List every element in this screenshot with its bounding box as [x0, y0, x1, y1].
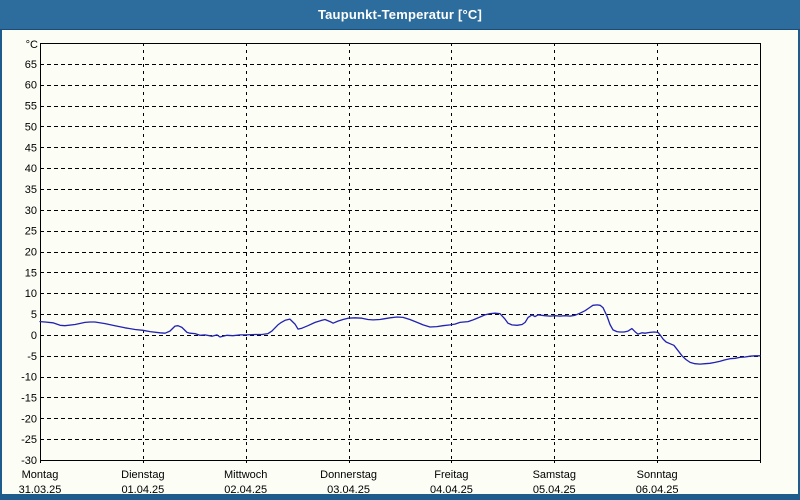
- svg-text:45: 45: [25, 142, 37, 154]
- svg-text:30: 30: [25, 205, 37, 217]
- svg-text:-15: -15: [21, 392, 37, 404]
- day-date-label: 03.04.25: [327, 484, 370, 496]
- chart-window: Taupunkt-Temperatur [°C] 65 60 55 50 45 40 35 3…: [0, 0, 800, 500]
- svg-text:-20: -20: [21, 413, 37, 425]
- series-line-taupunkt-temperatur: [39, 304, 761, 365]
- day-name-label: Dienstag: [121, 469, 164, 481]
- y-axis-unit-label: °C: [26, 39, 38, 51]
- svg-text:40: 40: [25, 163, 37, 175]
- svg-text:15: 15: [25, 267, 37, 279]
- y-axis-labels: 65605550454035302520151050-5-10-15-20-25…: [21, 59, 37, 467]
- svg-text:10: 10: [25, 288, 37, 300]
- day-name-label: Freitag: [434, 469, 468, 481]
- y-gridlines: [40, 64, 760, 440]
- day-date-label: 05.04.25: [533, 484, 576, 496]
- svg-text:65: 65: [25, 59, 37, 71]
- svg-text:-10: -10: [21, 372, 37, 384]
- svg-text:35: 35: [25, 184, 37, 196]
- day-date-label: 06.04.25: [636, 484, 679, 496]
- svg-text:55: 55: [25, 101, 37, 113]
- svg-text:-25: -25: [21, 434, 37, 446]
- day-name-label: Donnerstag: [320, 469, 377, 481]
- day-name-label: Samstag: [533, 469, 576, 481]
- day-date-label: 01.04.25: [121, 484, 164, 496]
- svg-text:5: 5: [31, 309, 37, 321]
- svg-text:-5: -5: [27, 351, 37, 363]
- day-date-label: 31.03.25: [19, 484, 62, 496]
- day-date-label: 02.04.25: [224, 484, 267, 496]
- day-name-label: Montag: [22, 469, 59, 481]
- x-axis-labels: Montag 31.03.25 Dienstag 01.04.25 Mittwoch 02…: [19, 469, 679, 496]
- svg-text:20: 20: [25, 247, 37, 259]
- day-name-label: Mittwoch: [224, 469, 267, 481]
- svg-text:60: 60: [25, 80, 37, 92]
- dewpoint-temperature-chart: 65605550454035302520151050-5-10-15-20-25…: [19, 39, 761, 496]
- day-date-label: 04.04.25: [430, 484, 473, 496]
- svg-text:0: 0: [31, 330, 37, 342]
- day-name-label: Sonntag: [637, 469, 678, 481]
- svg-text:-30: -30: [21, 455, 37, 467]
- svg-text:50: 50: [25, 121, 37, 133]
- svg-text:25: 25: [25, 226, 37, 238]
